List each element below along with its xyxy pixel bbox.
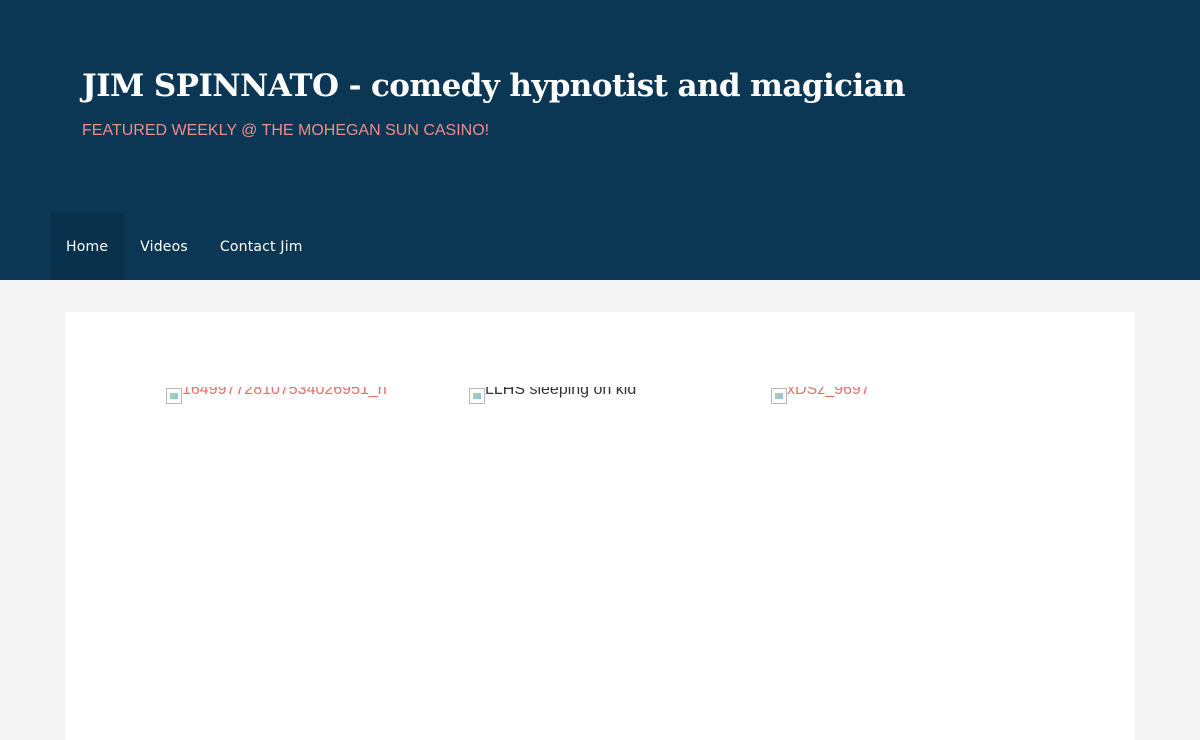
nav-item-contact-jim[interactable]: Contact Jim bbox=[204, 213, 319, 280]
broken-image-icon bbox=[771, 388, 787, 404]
broken-image-icon bbox=[166, 388, 182, 404]
nav-item-videos[interactable]: Videos bbox=[124, 213, 204, 280]
nav-item-home[interactable]: Home bbox=[50, 213, 125, 280]
gallery-item[interactable]: LLHS sleeping on kid bbox=[469, 387, 669, 405]
gallery-alt-text: LLHS sleeping on kid bbox=[485, 387, 637, 398]
site-header: JIM SPINNATO - comedy hypnotist and magi… bbox=[0, 0, 1200, 280]
site-tagline: FEATURED WEEKLY @ THE MOHEGAN SUN CASINO… bbox=[82, 122, 490, 139]
gallery-alt-text: xDSz_9697 bbox=[787, 387, 870, 398]
content-card: 164997728107534026951_n LLHS sleeping on… bbox=[65, 312, 1135, 740]
gallery-item[interactable]: 164997728107534026951_n bbox=[166, 387, 426, 405]
gallery-item[interactable]: xDSz_9697 bbox=[771, 387, 881, 405]
broken-image-icon bbox=[469, 388, 485, 404]
main-nav: Home Videos Contact Jim bbox=[50, 213, 319, 280]
site-title[interactable]: JIM SPINNATO - comedy hypnotist and magi… bbox=[82, 68, 906, 104]
gallery-alt-text: 164997728107534026951_n bbox=[182, 387, 387, 398]
